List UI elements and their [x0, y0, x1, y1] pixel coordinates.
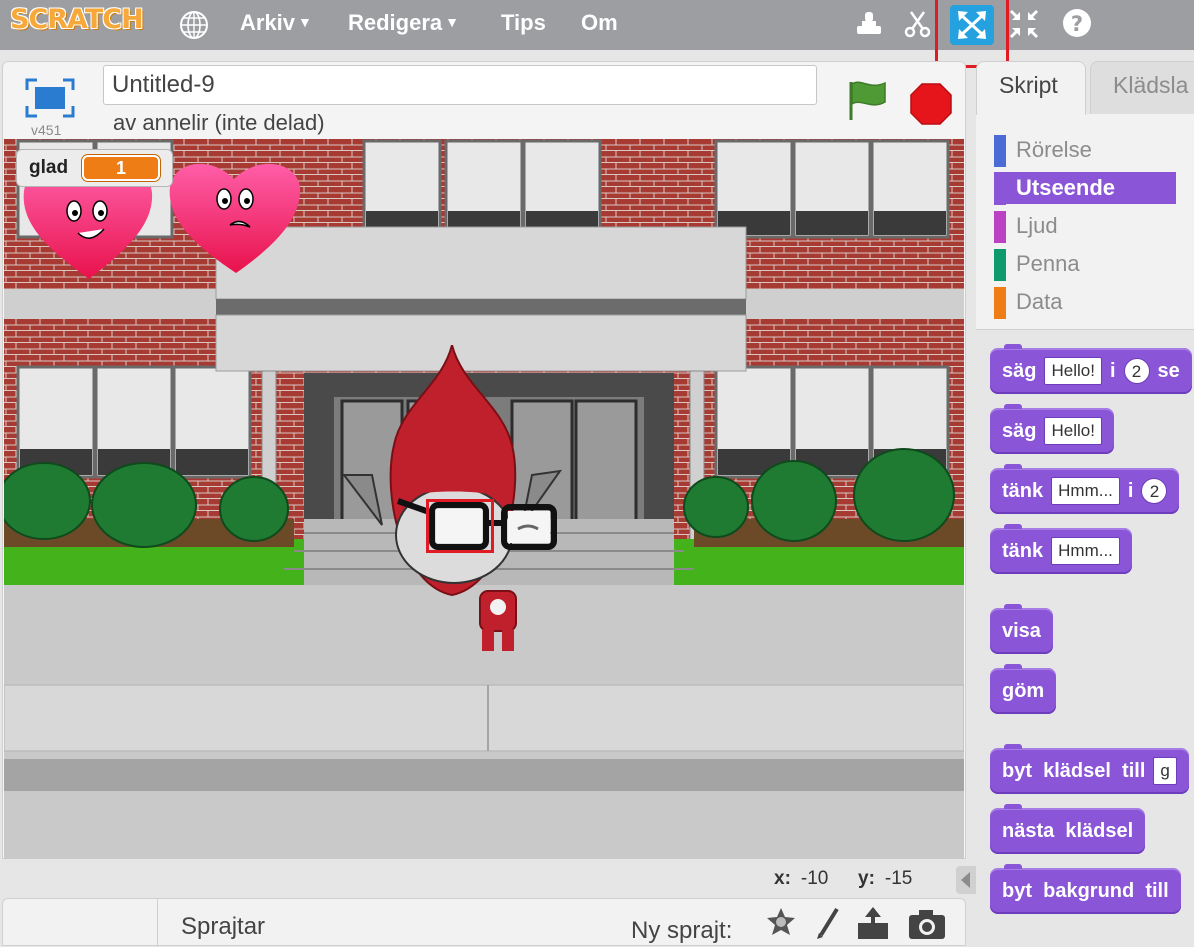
variable-name: glad [29, 157, 69, 178]
category-swatch [994, 211, 1006, 243]
variable-value: 1 [82, 155, 161, 181]
block-hide[interactable]: göm [990, 664, 1057, 714]
category-swatch [994, 135, 1006, 167]
mouse-y-label: y: [858, 868, 875, 889]
block-next-costume[interactable]: nästa klädsel [990, 804, 1146, 854]
sprite-library-icon[interactable] [763, 905, 799, 946]
block-string-input[interactable]: Hmm... [1051, 537, 1120, 565]
category-label: Ljud [1016, 213, 1058, 238]
block-costume-dropdown[interactable]: g [1153, 757, 1177, 785]
block-string-input[interactable]: Hmm... [1051, 477, 1120, 505]
paint-brush-icon[interactable] [811, 905, 847, 946]
duplicate-stamp-icon[interactable] [852, 6, 888, 42]
shrink-arrows-icon[interactable] [1006, 6, 1042, 42]
character-sprite[interactable] [342, 345, 562, 655]
block-number-input[interactable]: 2 [1141, 478, 1168, 504]
block-text: byt klädsel till [1002, 759, 1146, 782]
menu-bar: SCRATCH Arkiv ▼ Redigera ▼ Tips Om ? [0, 0, 1194, 50]
category-swatch [994, 287, 1006, 319]
category-swatch [994, 173, 1006, 205]
block-string-input[interactable]: Hello! [1044, 357, 1102, 385]
block-text: i [1109, 359, 1116, 382]
project-author: av annelir (inte delad) [113, 110, 325, 135]
block-text: tänk [1002, 539, 1044, 562]
block-text: nästa klädsel [1002, 819, 1134, 842]
menu-redigera[interactable]: Redigera ▼ [348, 10, 459, 36]
block-text: visa [1002, 619, 1041, 642]
category-data[interactable]: Data [994, 286, 1176, 319]
block-think[interactable]: tänk Hmm... [990, 524, 1132, 574]
block-number-input[interactable]: 2 [1123, 358, 1150, 384]
category-label: Penna [1016, 251, 1080, 276]
menu-arkiv-label: Arkiv [240, 10, 296, 35]
menu-om-label: Om [581, 10, 618, 35]
scratch-logo[interactable]: SCRATCH [10, 4, 144, 35]
sprite-pane-divider [157, 899, 158, 947]
block-switch-costume[interactable]: byt klädsel till g [990, 744, 1189, 794]
svg-text:?: ? [1071, 12, 1083, 36]
menu-tips-label: Tips [501, 10, 546, 35]
block-text: tänk [1002, 479, 1044, 502]
block-say[interactable]: säg Hello! [990, 404, 1114, 454]
cut-scissors-icon[interactable] [900, 6, 936, 42]
block-string-input[interactable]: Hello! [1044, 417, 1102, 445]
category-label: Data [1016, 289, 1063, 314]
block-text: i [1127, 479, 1134, 502]
project-title-input[interactable] [103, 65, 817, 105]
category-looks[interactable]: Utseende [994, 172, 1176, 205]
category-motion[interactable]: Rörelse [994, 134, 1176, 167]
block-say-for-secs[interactable]: säg Hello! i 2 se [990, 344, 1192, 394]
sprite-pane: Sprajtar Ny sprajt: [2, 898, 966, 947]
chevron-down-icon: ▼ [445, 14, 460, 30]
camera-icon[interactable] [907, 905, 947, 946]
mouse-y-readout: y: -15 [858, 868, 912, 890]
upload-icon[interactable] [855, 905, 891, 946]
block-show[interactable]: visa [990, 604, 1053, 654]
block-text: byt bakgrund till [1002, 879, 1169, 902]
presentation-mode-icon[interactable] [25, 78, 75, 123]
block-text: säg [1002, 419, 1037, 442]
mouse-y-value: -15 [884, 868, 913, 889]
stage-canvas[interactable]: glad 1 [4, 139, 964, 859]
collapse-stage-button[interactable] [956, 866, 976, 894]
block-switch-backdrop[interactable]: byt bakgrund till [990, 864, 1181, 914]
mouse-x-value: -10 [800, 868, 829, 889]
tab-scripts[interactable]: Skript [976, 61, 1086, 115]
block-think-for-secs[interactable]: tänk Hmm... i 2 [990, 464, 1180, 514]
help-icon[interactable]: ? [1060, 6, 1096, 42]
tab-costumes[interactable]: Klädsla [1090, 61, 1194, 115]
category-label: Utseende [1016, 175, 1116, 200]
sprites-heading: Sprajtar [181, 913, 266, 940]
mouse-x-readout: x: -10 [774, 868, 828, 890]
new-sprite-label: Ny sprajt: [631, 917, 733, 944]
green-flag-icon[interactable] [845, 78, 891, 127]
category-sound[interactable]: Ljud [994, 210, 1176, 243]
block-text: säg [1002, 359, 1037, 382]
block-text: göm [1002, 679, 1045, 702]
variable-monitor[interactable]: glad 1 [16, 149, 174, 187]
menu-om[interactable]: Om [581, 10, 618, 36]
menu-tips[interactable]: Tips [501, 10, 546, 36]
chevron-down-icon: ▼ [298, 14, 312, 30]
grow-arrows-icon[interactable] [950, 5, 994, 45]
menu-arkiv[interactable]: Arkiv ▼ [240, 10, 312, 36]
category-label: Rörelse [1016, 137, 1092, 162]
mouse-x-label: x: [774, 868, 791, 889]
category-swatch [994, 249, 1006, 281]
block-palette: Rörelse Utseende Ljud Penna Data säg Hel… [976, 114, 1194, 946]
block-text: se [1157, 359, 1180, 382]
stop-icon[interactable] [909, 82, 953, 131]
chevron-left-icon [961, 872, 970, 888]
version-label: v451 [31, 122, 62, 138]
menu-redigera-label: Redigera [348, 10, 443, 35]
category-list: Rörelse Utseende Ljud Penna Data [976, 114, 1194, 330]
category-pen[interactable]: Penna [994, 248, 1176, 281]
language-globe-icon[interactable] [178, 9, 210, 46]
blocks-list: säg Hello! i 2 se säg Hello! tänk Hmm...… [976, 330, 1194, 946]
